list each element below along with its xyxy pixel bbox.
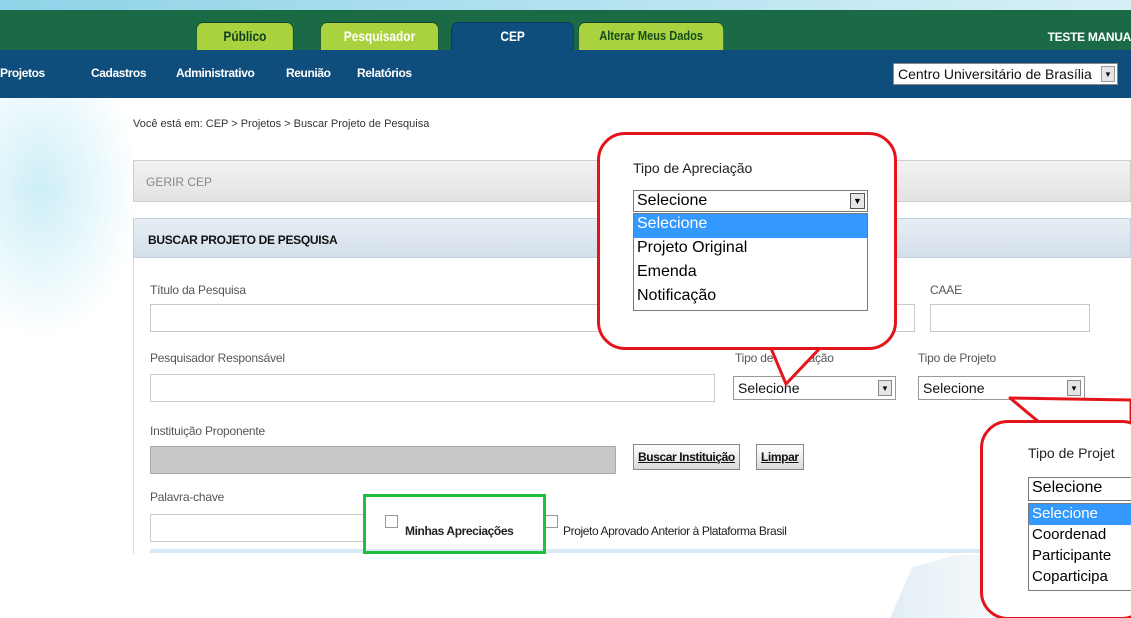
option-selecione[interactable]: Selecione — [634, 214, 867, 238]
callout-tipo-projeto: Tipo de Projet Selecione Selecione Coord… — [980, 420, 1131, 618]
tab-alterar-meus-dados[interactable]: Alterar Meus Dados — [578, 22, 725, 50]
option-coparticipante[interactable]: Coparticipa — [1029, 567, 1131, 588]
projeto-aprovado-label: Projeto Aprovado Anterior à Plataforma B… — [563, 524, 787, 538]
chevron-down-icon[interactable]: ▼ — [878, 380, 892, 396]
callout-apreciacao-select[interactable]: Selecione ▼ — [633, 190, 868, 212]
titulo-label: Título da Pesquisa — [150, 283, 246, 297]
option-participante[interactable]: Participante — [1029, 546, 1131, 567]
panel-gerir-title: GERIR CEP — [146, 175, 213, 189]
panel-buscar-title: BUSCAR PROJETO DE PESQUISA — [148, 233, 338, 247]
nav-item-projetos[interactable]: Projetos — [0, 66, 45, 80]
callout-apreciacao-options: Selecione Projeto Original Emenda Notifi… — [633, 213, 868, 311]
callout-projeto-title: Tipo de Projet — [1028, 445, 1115, 461]
callout-apreciacao-title: Tipo de Apreciação — [633, 160, 753, 176]
highlight-box — [363, 494, 546, 554]
main-nav: Projetos Cadastros Administrativo Reuniã… — [0, 50, 1131, 98]
background-sky — [0, 0, 1131, 10]
tipo-apreciacao-label: Tipo de Apreciação — [735, 351, 834, 365]
option-emenda[interactable]: Emenda — [634, 262, 867, 286]
user-name: TESTE MANUA — [1047, 30, 1131, 44]
callout-projeto-select[interactable]: Selecione — [1028, 477, 1131, 501]
chevron-down-icon[interactable]: ▼ — [1067, 380, 1081, 396]
nav-item-cadastros[interactable]: Cadastros — [91, 66, 146, 80]
tipo-projeto-label: Tipo de Projeto — [918, 351, 996, 365]
tipo-apreciacao-value: Selecione — [738, 380, 800, 396]
limpar-button[interactable]: Limpar — [756, 444, 804, 470]
tipo-projeto-select[interactable]: Selecione ▼ — [918, 376, 1085, 400]
tipo-apreciacao-select[interactable]: Selecione ▼ — [733, 376, 896, 400]
institution-select[interactable]: Centro Universitário de Brasília ▼ — [893, 63, 1118, 85]
institution-select-value: Centro Universitário de Brasília — [898, 66, 1092, 82]
projeto-aprovado-checkbox[interactable] — [545, 515, 558, 528]
nav-item-reuniao[interactable]: Reunião — [286, 66, 331, 80]
instituicao-label: Instituição Proponente — [150, 424, 266, 438]
tab-cep[interactable]: CEP — [451, 22, 575, 50]
callout-apreciacao-selected: Selecione — [637, 192, 708, 209]
buscar-instituicao-button[interactable]: Buscar Instituição — [633, 444, 740, 470]
caae-label: CAAE — [930, 283, 962, 297]
option-coordenador[interactable]: Coordenad — [1029, 525, 1131, 546]
palavra-chave-label: Palavra-chave — [150, 490, 225, 504]
callout-tipo-apreciacao: Tipo de Apreciação Selecione ▼ Selecione… — [597, 132, 897, 350]
top-header-bar: Público Pesquisador CEP Alterar Meus Dad… — [0, 10, 1131, 50]
option-selecione[interactable]: Selecione — [1029, 504, 1131, 525]
pesquisador-input[interactable] — [150, 374, 715, 402]
tab-publico[interactable]: Público — [196, 22, 294, 50]
chevron-down-icon[interactable]: ▼ — [850, 193, 865, 209]
chevron-down-icon[interactable]: ▼ — [1101, 66, 1115, 82]
pesquisador-label: Pesquisador Responsável — [150, 351, 285, 365]
option-notificacao[interactable]: Notificação — [634, 286, 867, 310]
palavra-chave-input[interactable] — [150, 514, 365, 542]
nav-item-relatorios[interactable]: Relatórios — [357, 66, 412, 80]
callout-projeto-options: Selecione Coordenad Participante Coparti… — [1028, 503, 1131, 591]
tab-pesquisador[interactable]: Pesquisador — [320, 22, 439, 50]
instituicao-input — [150, 446, 616, 474]
tipo-projeto-value: Selecione — [923, 380, 985, 396]
caae-input[interactable] — [930, 304, 1090, 332]
option-projeto-original[interactable]: Projeto Original — [634, 238, 867, 262]
breadcrumb: Você está em: CEP > Projetos > Buscar Pr… — [133, 118, 430, 130]
callout-projeto-selected: Selecione — [1032, 479, 1103, 496]
nav-item-administrativo[interactable]: Administrativo — [176, 66, 255, 80]
